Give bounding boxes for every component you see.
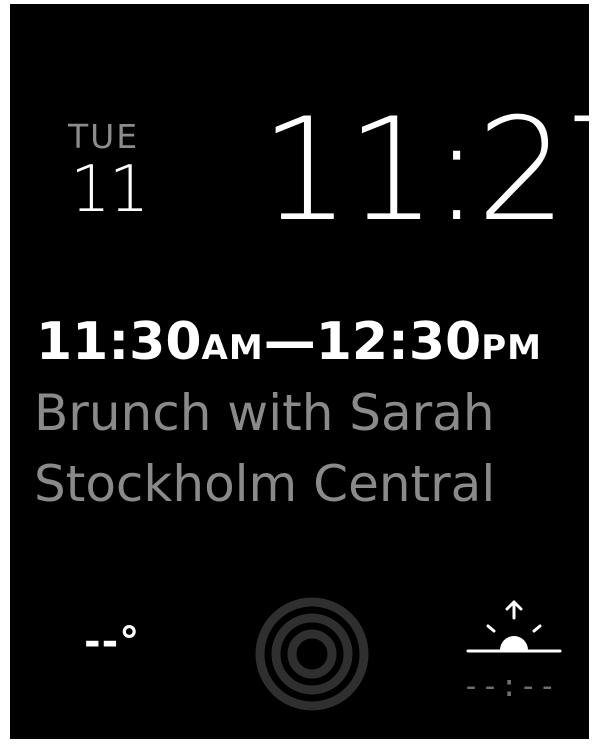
event-title[interactable]: Brunch with Sarah xyxy=(34,388,495,438)
event-time-separator: — xyxy=(263,312,316,372)
event-end-suffix: PM xyxy=(481,328,542,368)
watch-face: TUE 11 11:27 11:30AM—12:30PM Brunch with… xyxy=(10,4,589,739)
activity-rings-icon[interactable] xyxy=(254,596,370,712)
clock-time: 11:27 xyxy=(260,88,589,253)
day-number: 11 xyxy=(70,153,149,227)
temperature-complication[interactable]: --° xyxy=(84,622,140,662)
event-time-range[interactable]: 11:30AM—12:30PM xyxy=(36,316,542,368)
event-start-suffix: AM xyxy=(201,328,264,368)
event-start-time: 11:30 xyxy=(36,312,202,372)
event-location[interactable]: Stockholm Central xyxy=(34,459,495,509)
sunrise-time: --:-- xyxy=(462,669,558,704)
sunrise-icon[interactable] xyxy=(464,596,564,656)
event-end-time: 12:30 xyxy=(315,312,482,372)
weekday-label: TUE xyxy=(68,117,140,156)
